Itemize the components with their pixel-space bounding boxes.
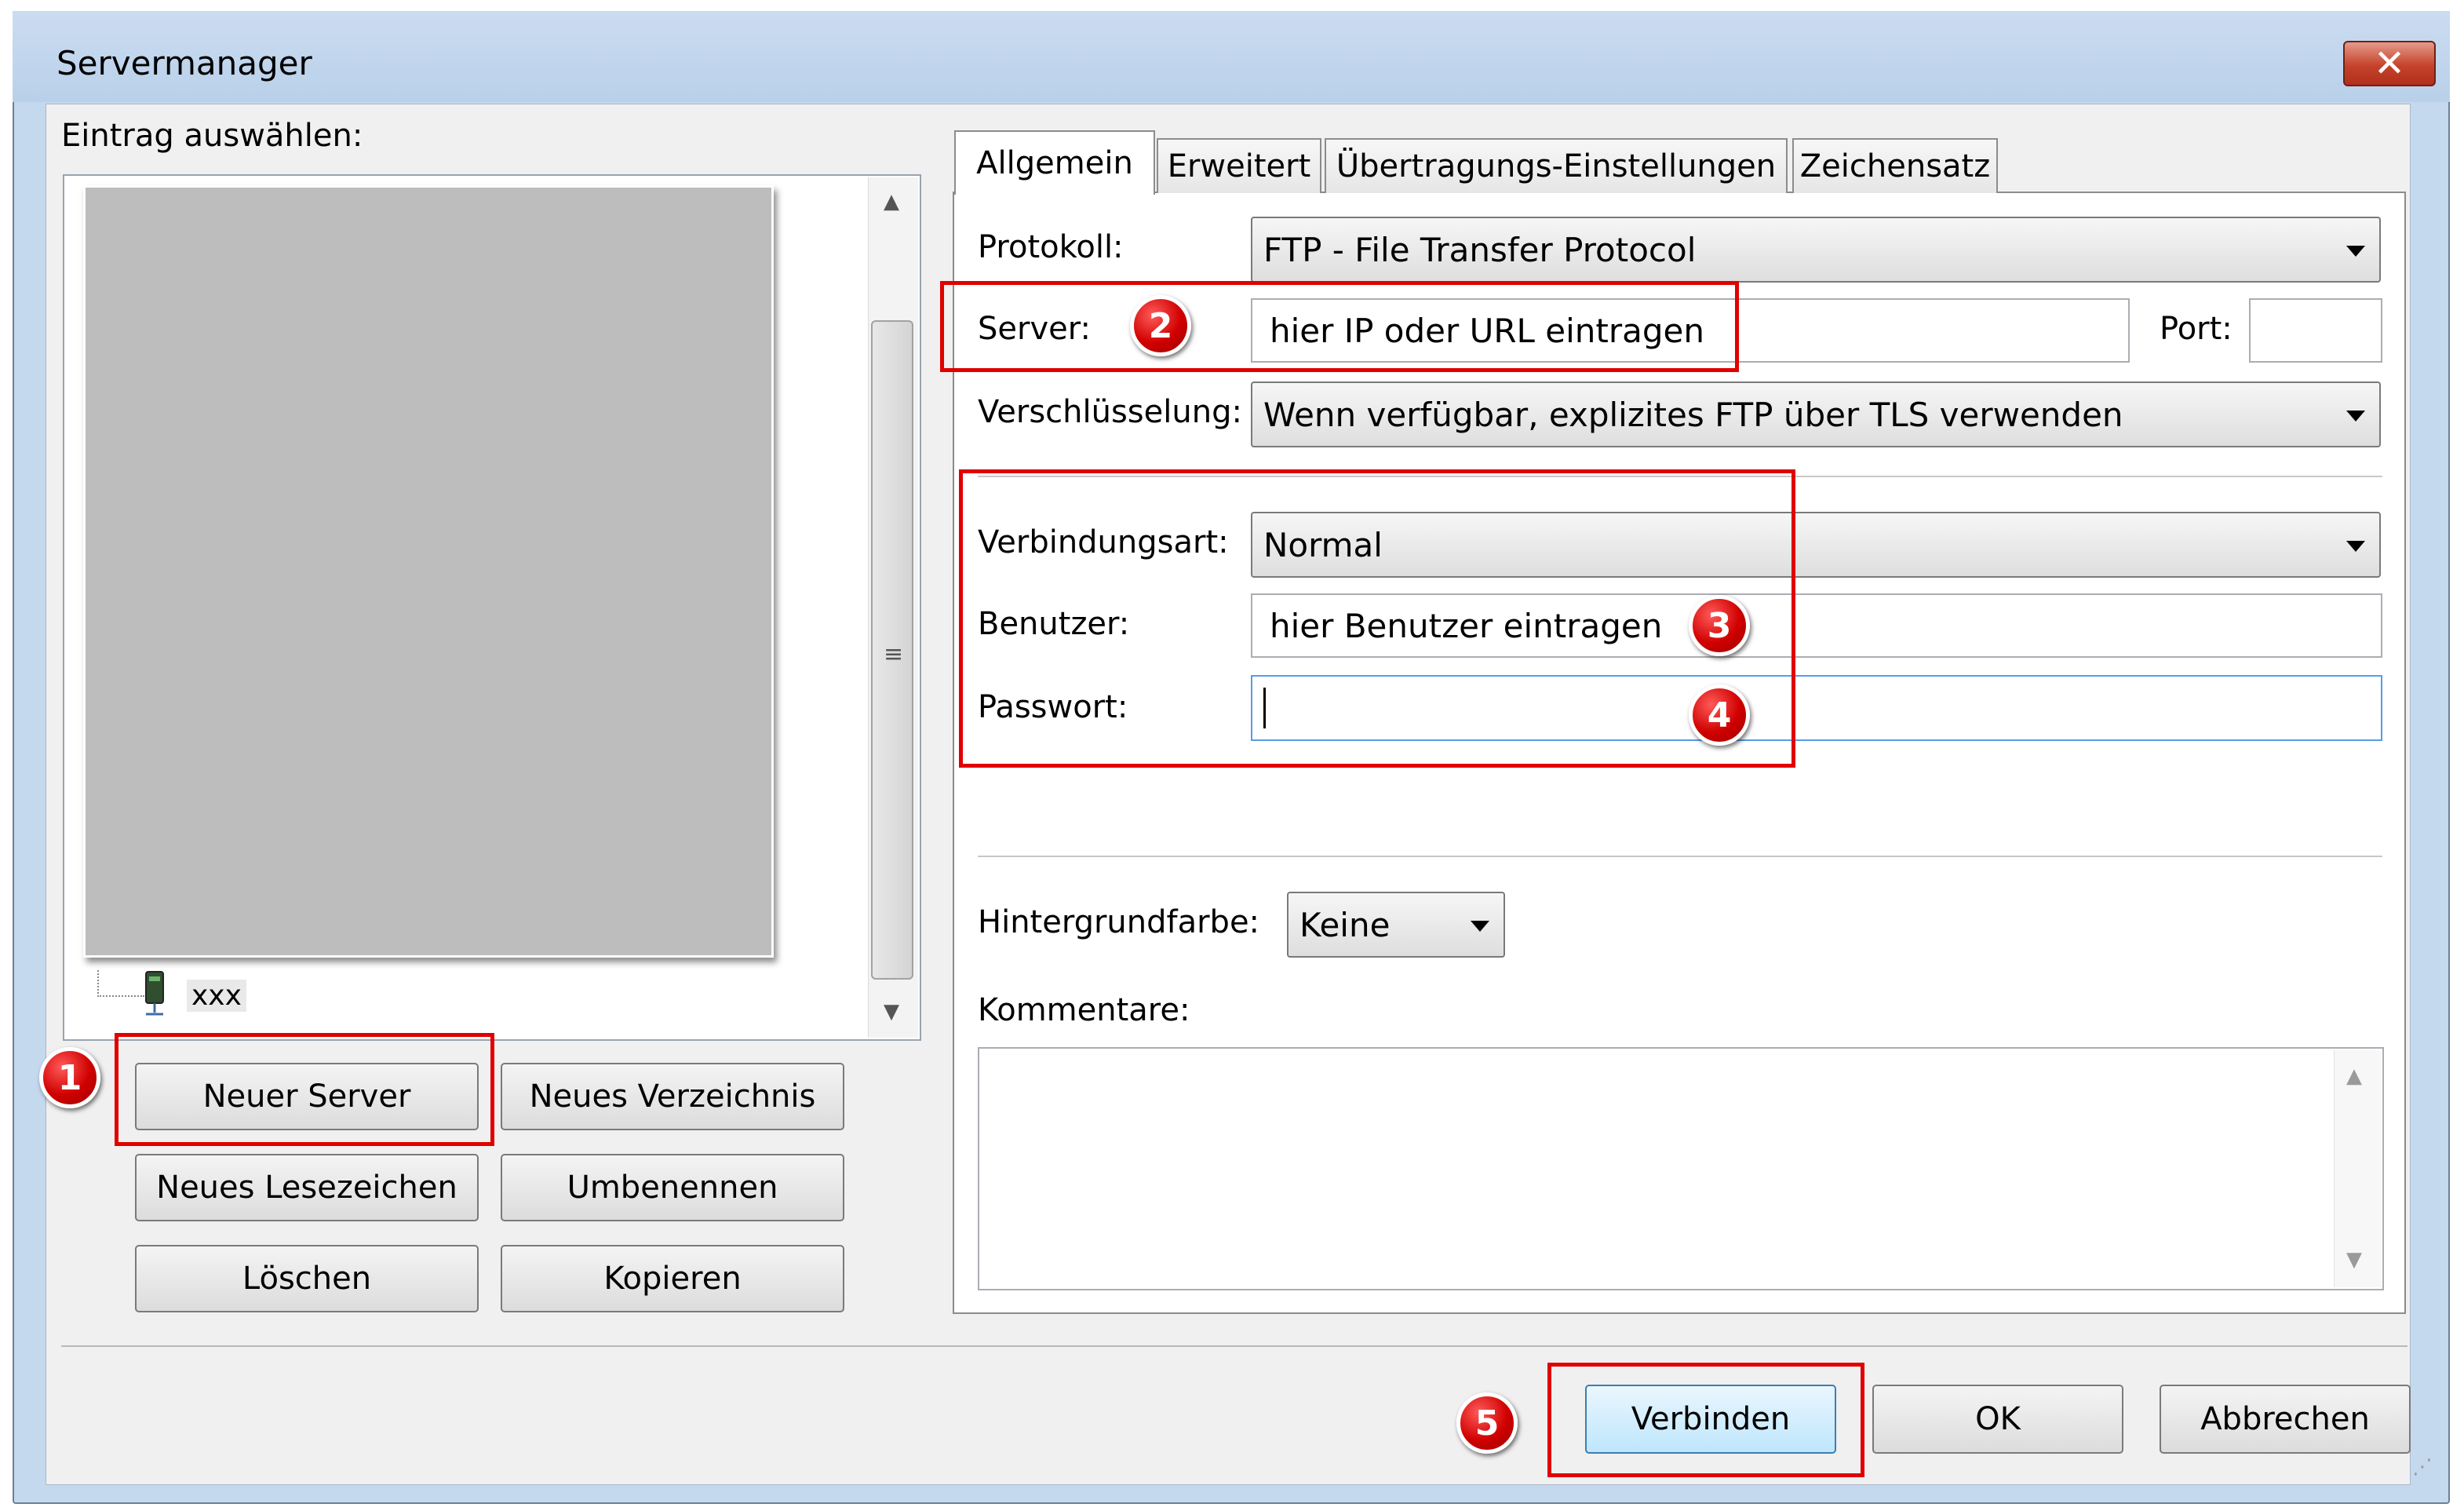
encryption-label: Verschlüsselung: [978, 394, 1242, 430]
comments-label: Kommentare: [978, 992, 1190, 1028]
redacted-area [83, 185, 774, 958]
server-icon [141, 970, 168, 1017]
annotation-badge-2: 2 [1130, 295, 1191, 356]
scroll-up-icon[interactable]: ▲ [884, 190, 899, 214]
new-bookmark-button[interactable]: Neues Lesezeichen [135, 1154, 479, 1221]
annotation-box-1 [115, 1033, 494, 1146]
chevron-down-icon [2346, 541, 2365, 552]
tree-item-xxx[interactable]: xxx [187, 980, 246, 1012]
delete-button[interactable]: Löschen [135, 1245, 479, 1312]
copy-button[interactable]: Kopieren [501, 1245, 844, 1312]
bgcolor-label: Hintergrundfarbe: [978, 904, 1260, 940]
grip-icon: ≡ [884, 641, 904, 668]
cancel-button[interactable]: Abbrechen [2160, 1385, 2411, 1454]
tab-transfer-settings[interactable]: Übertragungs-Einstellungen [1325, 138, 1788, 193]
window-title: Servermanager [56, 44, 312, 82]
rename-button[interactable]: Umbenennen [501, 1154, 844, 1221]
chevron-down-icon [2346, 411, 2365, 422]
ok-button[interactable]: OK [1872, 1385, 2123, 1454]
port-label: Port: [2160, 311, 2233, 347]
port-input[interactable] [2249, 298, 2382, 363]
scroll-down-icon[interactable]: ▼ [2346, 1248, 2362, 1272]
encryption-select[interactable]: Wenn verfügbar, explizites FTP über TLS … [1251, 381, 2381, 447]
chevron-down-icon [1471, 921, 1489, 932]
comments-textarea[interactable] [978, 1047, 2384, 1290]
annotation-badge-5: 5 [1456, 1392, 1518, 1454]
footer-separator [61, 1345, 2408, 1347]
close-button[interactable]: ✕ [2343, 41, 2436, 86]
separator [978, 856, 2382, 857]
scroll-down-icon[interactable]: ▼ [884, 1000, 899, 1024]
encryption-value: Wenn verfügbar, explizites FTP über TLS … [1263, 395, 2123, 434]
tab-advanced[interactable]: Erweitert [1157, 138, 1321, 193]
annotation-box-3-4 [959, 469, 1795, 768]
bgcolor-select[interactable]: Keine [1287, 892, 1505, 958]
close-icon: ✕ [2373, 42, 2406, 86]
protocol-value: FTP - File Transfer Protocol [1263, 230, 1697, 269]
chevron-down-icon [2346, 246, 2365, 257]
resize-grip-icon[interactable]: ⋰ [2412, 1455, 2433, 1479]
tab-general[interactable]: Allgemein [954, 130, 1155, 195]
select-entry-label: Eintrag auswählen: [61, 118, 363, 154]
protocol-select[interactable]: FTP - File Transfer Protocol [1251, 217, 2381, 283]
annotation-badge-3: 3 [1689, 595, 1750, 656]
annotation-badge-1: 1 [39, 1047, 100, 1108]
protocol-label: Protokoll: [978, 229, 1124, 265]
title-bar[interactable] [13, 11, 2450, 102]
annotation-badge-4: 4 [1689, 684, 1750, 746]
tab-charset[interactable]: Zeichensatz [1792, 138, 1998, 193]
new-folder-button[interactable]: Neues Verzeichnis [501, 1063, 844, 1130]
tree-connector [97, 970, 144, 997]
annotation-box-5 [1547, 1363, 1864, 1477]
annotation-box-2 [940, 281, 1739, 372]
bgcolor-value: Keine [1299, 905, 1391, 944]
scroll-up-icon[interactable]: ▲ [2346, 1064, 2362, 1088]
